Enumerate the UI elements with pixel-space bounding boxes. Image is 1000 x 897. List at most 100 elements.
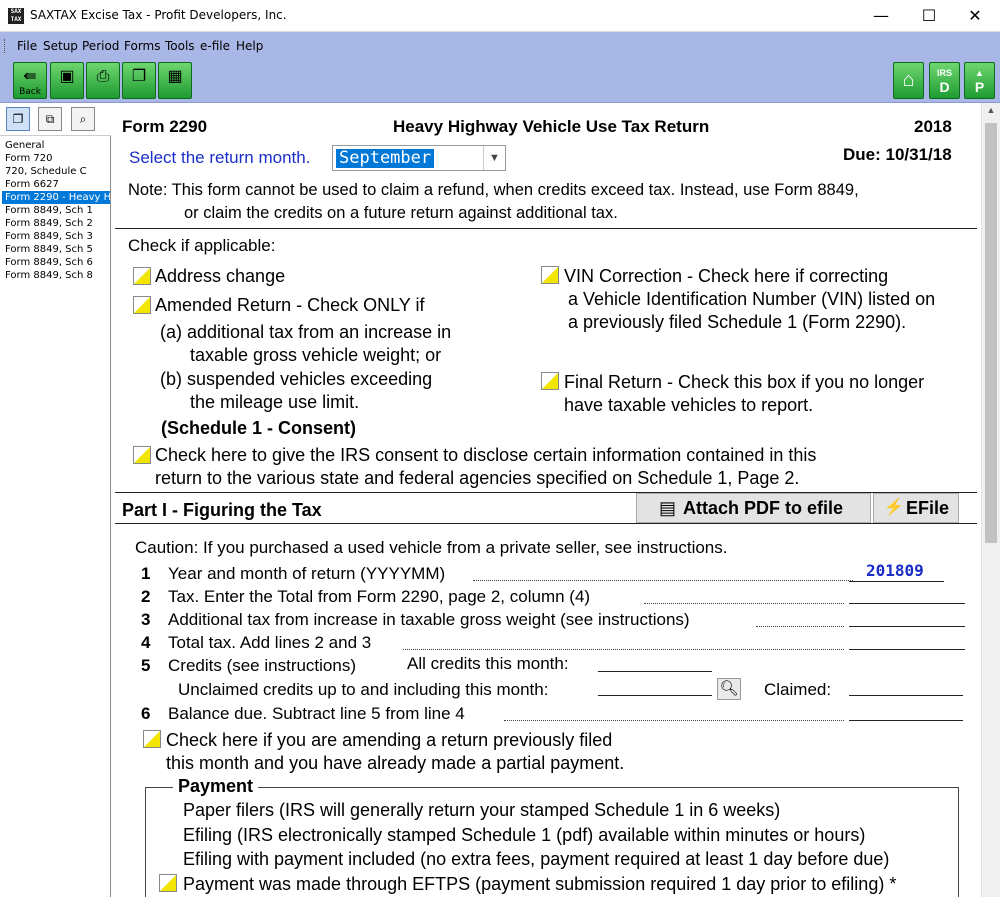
return-month-select[interactable]: September ▼ bbox=[332, 145, 506, 171]
nav-item-8849-sch8[interactable]: Form 8849, Sch 8 bbox=[2, 269, 110, 282]
window-title: SAXTAX Excise Tax - Profit Developers, I… bbox=[30, 8, 287, 22]
amended-return-checkbox[interactable] bbox=[133, 296, 151, 314]
nav-item-8849-sch5[interactable]: Form 8849, Sch 5 bbox=[2, 243, 110, 256]
pages-icon: ❐ bbox=[12, 112, 24, 126]
menu-help[interactable]: Help bbox=[236, 39, 263, 53]
home-icon: ⌂ bbox=[902, 69, 915, 91]
nav-item-8849-sch6[interactable]: Form 8849, Sch 6 bbox=[2, 256, 110, 269]
consent-line-1: Check here to give the IRS consent to di… bbox=[155, 445, 817, 465]
attach-pdf-label: Attach PDF to efile bbox=[683, 498, 844, 518]
nav-item-form-2290[interactable]: Form 2290 - Heavy H bbox=[2, 191, 110, 204]
line-1-value[interactable]: 201809 bbox=[866, 561, 924, 580]
magnify-page-icon: ⌕ bbox=[79, 112, 87, 126]
amended-return-label: Amended Return - Check ONLY if bbox=[155, 295, 425, 315]
nav-item-720-schedule-c[interactable]: 720, Schedule C bbox=[2, 165, 110, 178]
nav-item-8849-sch3[interactable]: Form 8849, Sch 3 bbox=[2, 230, 110, 243]
menu-file[interactable]: File bbox=[17, 39, 37, 53]
minimize-button[interactable]: — bbox=[858, 0, 904, 31]
copy-button[interactable]: ❐ bbox=[122, 62, 156, 99]
left-panel: ❐ ⧉ ⌕ General Form 720 720, Schedule C F… bbox=[0, 103, 111, 897]
vin-correction-checkbox[interactable] bbox=[541, 266, 559, 284]
all-credits-label: All credits this month: bbox=[407, 654, 569, 673]
menu-efile[interactable]: e-file bbox=[200, 39, 230, 53]
nav-item-form-720[interactable]: Form 720 bbox=[2, 152, 110, 165]
print-button[interactable]: ⎙ bbox=[86, 62, 120, 99]
line-3-number: 3 bbox=[141, 610, 151, 629]
p-button[interactable]: ▲ P bbox=[964, 62, 995, 99]
eftps-checkbox[interactable] bbox=[159, 874, 177, 892]
payment-efiling-option[interactable]: Efiling (IRS electronically stamped Sche… bbox=[183, 825, 865, 846]
divider bbox=[115, 523, 977, 524]
consent-line-2: return to the various state and federal … bbox=[155, 468, 800, 488]
divider bbox=[115, 228, 977, 229]
menu-grip bbox=[4, 39, 7, 53]
unclaimed-credits-label: Unclaimed credits up to and including th… bbox=[178, 680, 549, 699]
payment-efiling-with-payment-option[interactable]: Efiling with payment included (no extra … bbox=[183, 849, 889, 870]
return-month-value: September bbox=[336, 149, 435, 168]
back-button[interactable]: ⇚ Back bbox=[13, 62, 47, 99]
leader-dots bbox=[644, 603, 844, 604]
claimed-label: Claimed: bbox=[764, 680, 832, 699]
line-5-number: 5 bbox=[141, 656, 151, 675]
menu-tools[interactable]: Tools bbox=[165, 39, 195, 53]
nav-item-general[interactable]: General bbox=[2, 139, 110, 152]
all-credits-field[interactable] bbox=[598, 671, 712, 672]
form-nav-list: General Form 720 720, Schedule C Form 66… bbox=[2, 139, 110, 282]
efile-label: EFile bbox=[906, 498, 950, 518]
pages-icon: ❐ bbox=[131, 68, 147, 85]
amended-b-line2: the mileage use limit. bbox=[190, 392, 360, 412]
unclaimed-credits-field[interactable] bbox=[598, 695, 712, 696]
menu-setup[interactable]: Setup bbox=[43, 39, 78, 53]
line-6-number: 6 bbox=[141, 704, 151, 723]
claimed-field[interactable] bbox=[849, 695, 963, 696]
amended-a-line1: (a) additional tax from an increase in bbox=[160, 322, 452, 342]
line-4-field[interactable] bbox=[849, 649, 965, 650]
form-2290-panel: Form 2290 Heavy Highway Vehicle Use Tax … bbox=[111, 103, 981, 897]
calculator-icon: ▦ bbox=[167, 68, 183, 85]
nav-item-form-6627[interactable]: Form 6627 bbox=[2, 178, 110, 191]
final-return-checkbox[interactable] bbox=[541, 372, 559, 390]
back-arrow-icon: ⇚ bbox=[23, 68, 37, 85]
nav-item-8849-sch1[interactable]: Form 8849, Sch 1 bbox=[2, 204, 110, 217]
leader-dots bbox=[756, 626, 844, 627]
toolbar: ⇚ Back ▣ ⎙ ❐ ▦ ⌂ IRS D ▲ P bbox=[0, 60, 1000, 103]
app-icon: SAX TAX bbox=[8, 8, 24, 24]
scroll-up-icon[interactable]: ▲ bbox=[982, 105, 1000, 119]
p-arrow-icon: ▲ bbox=[975, 68, 984, 78]
maximize-button[interactable]: ☐ bbox=[906, 0, 952, 31]
nav-item-8849-sch2[interactable]: Form 8849, Sch 2 bbox=[2, 217, 110, 230]
line-4-number: 4 bbox=[141, 633, 151, 652]
save-button[interactable]: ▣ bbox=[50, 62, 84, 99]
attach-pdf-button[interactable]: ▤ Attach PDF to efile bbox=[636, 493, 871, 523]
forms-view-button[interactable]: ❐ bbox=[6, 107, 30, 131]
line-4-text: Total tax. Add lines 2 and 3 bbox=[168, 633, 372, 652]
home-button[interactable]: ⌂ bbox=[893, 62, 924, 99]
leader-dots bbox=[403, 649, 844, 650]
menu-forms[interactable]: Forms bbox=[124, 39, 160, 53]
vin-correction-line3: a previously filed Schedule 1 (Form 2290… bbox=[568, 312, 907, 332]
line-6-field[interactable] bbox=[849, 720, 963, 721]
lightning-icon: ⚡ bbox=[884, 499, 904, 516]
save-disk-icon: ▣ bbox=[59, 68, 75, 85]
calculator-button[interactable]: ▦ bbox=[158, 62, 192, 99]
menu-period[interactable]: Period bbox=[82, 39, 119, 53]
consent-checkbox[interactable] bbox=[133, 446, 151, 464]
copy-icon: ⧉ bbox=[45, 112, 55, 126]
preview-button[interactable]: ⌕ bbox=[71, 107, 95, 131]
magnifier-icon[interactable]: 🔍︎ bbox=[717, 678, 741, 700]
scroll-thumb[interactable] bbox=[985, 123, 997, 543]
copy-form-button[interactable]: ⧉ bbox=[38, 107, 62, 131]
irs-d-button[interactable]: IRS D bbox=[929, 62, 960, 99]
line-3-field[interactable] bbox=[849, 626, 965, 627]
efile-button[interactable]: ⚡ EFile bbox=[873, 493, 959, 523]
address-change-checkbox[interactable] bbox=[133, 267, 151, 285]
payment-paper-option[interactable]: Paper filers (IRS will generally return … bbox=[183, 800, 780, 821]
close-button[interactable]: ✕ bbox=[952, 0, 998, 31]
vertical-scrollbar[interactable]: ▲ bbox=[981, 103, 1000, 897]
line-2-field[interactable] bbox=[849, 603, 965, 604]
form-title: Heavy Highway Vehicle Use Tax Return bbox=[393, 117, 710, 136]
leader-dots bbox=[473, 580, 853, 581]
chevron-down-icon[interactable]: ▼ bbox=[483, 146, 505, 170]
caution-text: Caution: If you purchased a used vehicle… bbox=[135, 538, 728, 557]
amend-partial-payment-checkbox[interactable] bbox=[143, 730, 161, 748]
